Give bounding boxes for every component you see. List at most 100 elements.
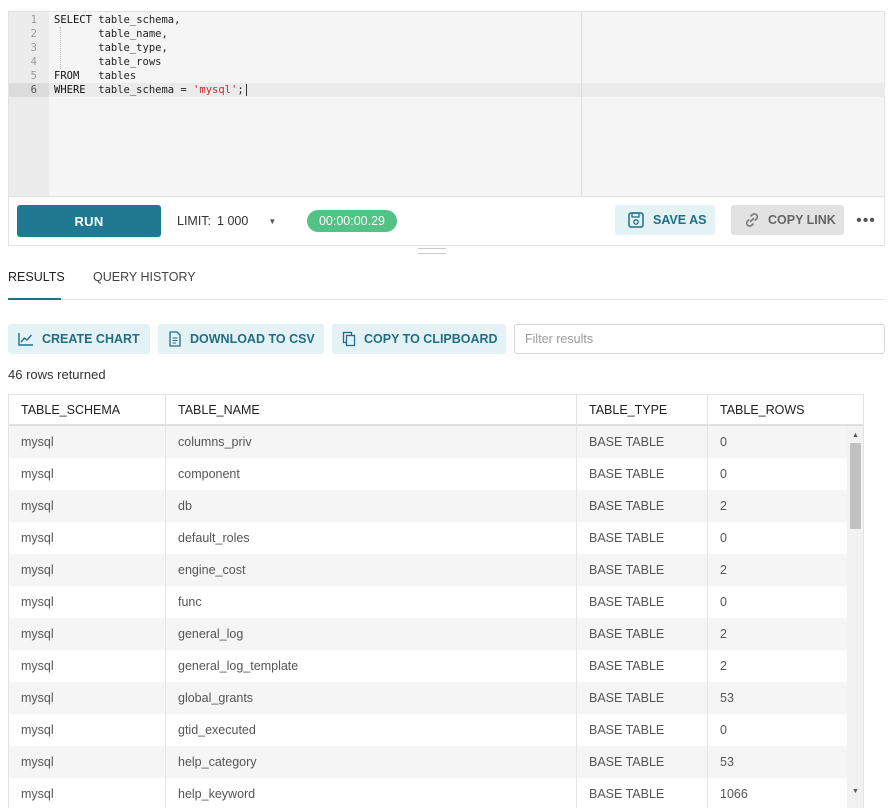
sql-keyword: WHERE	[54, 84, 86, 96]
table-cell: mysql	[9, 714, 166, 746]
rows-returned-text: 46 rows returned	[8, 367, 106, 382]
table-cell: mysql	[9, 522, 166, 554]
document-icon	[169, 331, 181, 347]
code-line[interactable]: table_type,	[54, 41, 168, 55]
code-text: ;	[237, 84, 244, 96]
table-cell: BASE TABLE	[577, 682, 708, 714]
code-text: table_schema,	[91, 14, 181, 26]
table-cell: BASE TABLE	[577, 746, 708, 778]
more-options-icon[interactable]: •••	[854, 210, 878, 232]
copy-link-label: COPY LINK	[768, 213, 836, 227]
code-text: table_schema =	[85, 84, 194, 96]
table-cell: BASE TABLE	[577, 714, 708, 746]
copy-link-button[interactable]: COPY LINK	[731, 205, 844, 235]
execution-time-badge: 00:00:00.29	[307, 210, 397, 232]
resize-handle[interactable]	[418, 248, 446, 254]
filter-results-input[interactable]	[514, 324, 885, 354]
copy-clipboard-button[interactable]: COPY TO CLIPBOARD	[332, 324, 506, 354]
table-cell: 1066	[720, 787, 748, 801]
table-cell: 0	[720, 595, 727, 609]
table-cell: BASE TABLE	[577, 458, 708, 490]
table-row[interactable]: mysql db BASE TABLE 2	[9, 490, 847, 522]
code-line[interactable]: SELECT table_schema,	[54, 13, 180, 27]
create-chart-button[interactable]: CREATE CHART	[8, 324, 150, 354]
text-cursor	[245, 84, 247, 96]
tab-results[interactable]: RESULTS	[8, 270, 65, 300]
line-number: 5	[30, 70, 37, 82]
table-cell: 0	[720, 723, 727, 737]
table-cell: 2	[720, 499, 727, 513]
line-number-gutter: 1 2 3 4 5 6	[9, 12, 49, 196]
table-cell: mysql	[9, 554, 166, 586]
sql-keyword: SELECT	[54, 14, 92, 26]
table-cell: 2	[720, 659, 727, 673]
table-cell: mysql	[9, 618, 166, 650]
column-header[interactable]: TABLE_NAME	[166, 395, 577, 425]
table-cell: 2	[720, 627, 727, 641]
sql-keyword: FROM	[54, 70, 80, 82]
line-number: 2	[30, 28, 37, 40]
query-toolbar: RUN LIMIT: 1 000 ▼ 00:00:00.29 SAVE AS C…	[8, 196, 885, 246]
column-header[interactable]: TABLE_ROWS	[708, 395, 863, 425]
table-cell: general_log	[166, 618, 577, 650]
table-row[interactable]: mysql general_log BASE TABLE 2	[9, 618, 847, 650]
limit-label: LIMIT:	[177, 214, 212, 228]
table-row[interactable]: mysql default_roles BASE TABLE 0	[9, 522, 847, 554]
save-as-button[interactable]: SAVE AS	[615, 205, 715, 235]
table-cell: func	[166, 586, 577, 618]
run-button[interactable]: RUN	[17, 205, 161, 237]
table-cell: BASE TABLE	[577, 586, 708, 618]
table-cell: component	[166, 458, 577, 490]
sql-editor[interactable]: 1 2 3 4 5 6 SELECT table_schema, table_n…	[8, 11, 885, 196]
line-number: 6	[9, 83, 49, 97]
line-number: 1	[30, 14, 37, 26]
code-line[interactable]: FROM tables	[54, 69, 136, 83]
table-cell: 2	[720, 563, 727, 577]
code-line[interactable]: table_rows	[54, 55, 161, 69]
table-cell: 0	[720, 435, 727, 449]
table-cell: mysql	[9, 490, 166, 522]
table-cell: mysql	[9, 426, 166, 458]
table-row[interactable]: mysql gtid_executed BASE TABLE 0	[9, 714, 847, 746]
table-cell: mysql	[9, 778, 166, 808]
code-line[interactable]: table_name,	[54, 27, 168, 41]
table-cell: BASE TABLE	[577, 618, 708, 650]
column-header[interactable]: TABLE_SCHEMA	[9, 395, 166, 425]
tab-query-history[interactable]: QUERY HISTORY	[93, 270, 196, 300]
table-header: TABLE_SCHEMA TABLE_NAME TABLE_TYPE TABLE…	[9, 394, 863, 426]
results-tabs: RESULTS QUERY HISTORY	[8, 262, 885, 300]
column-header[interactable]: TABLE_TYPE	[577, 395, 708, 425]
table-row[interactable]: mysql general_log_template BASE TABLE 2	[9, 650, 847, 682]
table-row[interactable]: mysql engine_cost BASE TABLE 2	[9, 554, 847, 586]
scrollbar-thumb[interactable]	[850, 443, 861, 529]
copy-clipboard-label: COPY TO CLIPBOARD	[364, 332, 498, 346]
copy-icon	[342, 331, 356, 347]
table-row[interactable]: mysql columns_priv BASE TABLE 0	[9, 426, 847, 458]
table-cell: engine_cost	[166, 554, 577, 586]
table-row[interactable]: mysql component BASE TABLE 0	[9, 458, 847, 490]
limit-select[interactable]: LIMIT: 1 000 ▼	[177, 214, 276, 228]
table-row[interactable]: mysql global_grants BASE TABLE 53	[9, 682, 847, 714]
scroll-up-icon[interactable]: ▲	[847, 428, 863, 442]
table-cell: help_category	[166, 746, 577, 778]
table-row[interactable]: mysql help_keyword BASE TABLE 1066	[9, 778, 847, 808]
code-text: table_type,	[54, 42, 168, 54]
link-icon	[745, 213, 759, 227]
code-line[interactable]: WHERE table_schema = 'mysql';	[54, 83, 247, 97]
code-text: table_name,	[54, 28, 168, 40]
table-row[interactable]: mysql func BASE TABLE 0	[9, 586, 847, 618]
table-cell: BASE TABLE	[577, 490, 708, 522]
scroll-down-icon[interactable]: ▼	[847, 784, 863, 798]
table-row[interactable]: mysql help_category BASE TABLE 53	[9, 746, 847, 778]
create-chart-label: CREATE CHART	[42, 332, 140, 346]
table-cell: db	[166, 490, 577, 522]
line-number: 3	[30, 42, 37, 54]
table-cell: mysql	[9, 586, 166, 618]
caret-down-icon: ▼	[268, 216, 277, 226]
table-cell: global_grants	[166, 682, 577, 714]
table-cell: mysql	[9, 682, 166, 714]
table-cell: mysql	[9, 458, 166, 490]
vertical-scrollbar[interactable]: ▲ ▼	[847, 426, 863, 808]
download-csv-button[interactable]: DOWNLOAD TO CSV	[158, 324, 324, 354]
table-cell: default_roles	[166, 522, 577, 554]
